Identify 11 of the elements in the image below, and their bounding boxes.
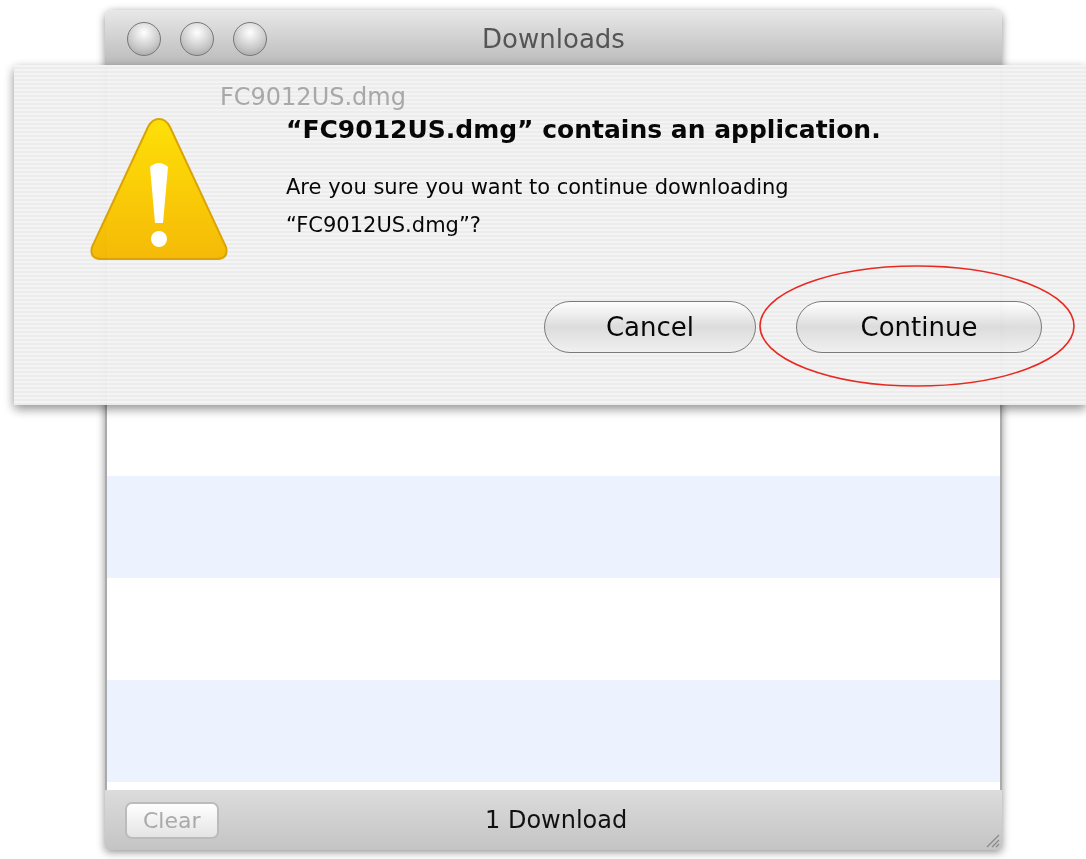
window-title: Downloads — [482, 24, 625, 54]
minimize-button[interactable] — [180, 22, 214, 56]
alert-message: Are you sure you want to continue downloading “FC9012US.dmg”? — [286, 174, 790, 239]
cancel-button[interactable]: Cancel — [544, 301, 756, 353]
warning-icon — [88, 115, 230, 263]
file-name: FC9012US.dmg — [220, 83, 406, 111]
alert-title: “FC9012US.dmg” contains an application. — [286, 115, 882, 144]
zoom-button[interactable] — [233, 22, 267, 56]
close-button[interactable] — [127, 22, 161, 56]
download-count: 1 Download — [485, 806, 628, 834]
continue-button[interactable]: Continue — [796, 301, 1042, 353]
